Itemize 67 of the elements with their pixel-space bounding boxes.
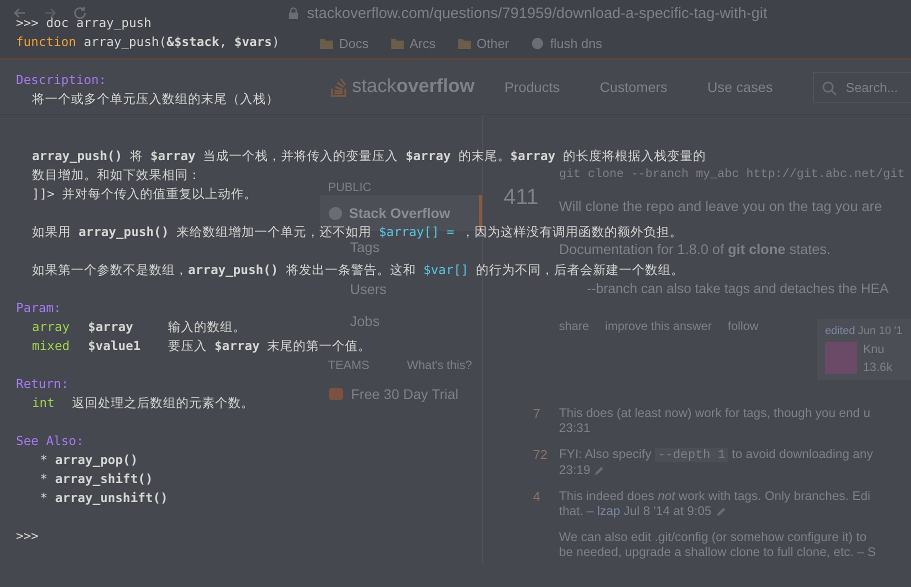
search-icon [822,80,837,96]
address-bar-url[interactable]: stackoverflow.com/questions/791959/download-a-specific-tag-with-git [307,4,768,22]
param-name: $value1 [88,337,142,355]
folder-icon [390,38,404,49]
bookmark-item[interactable]: Arcs [390,36,436,51]
comment-text: be needed, upgrade a shallow clone to full clone, etc. – S [559,545,876,559]
answer-paragraph: Documentation for 1.8.0 of git clone states. [559,241,831,257]
description-text: array_push() 将 $array 当成一个栈，并将传入的变量压入 $array 的末尾。$array 的长度将根据入栈变量的 [32,147,706,165]
nav-link[interactable]: Products [504,79,560,95]
sidebar-heading: TEAMS [327,357,370,373]
description-text: 数目增加。和如下效果相同： [32,166,201,184]
param-name: $array [88,318,134,336]
pencil-icon [594,464,606,476]
vote-count: 411 [503,185,539,209]
lock-icon [288,6,299,20]
folder-icon [320,38,333,49]
whats-this-link[interactable]: What's this? [407,357,472,373]
param-description: 输入的数组。 [168,318,246,336]
sidebar-item[interactable]: Jobs [320,313,482,329]
section-heading: See Also: [16,432,84,450]
section-heading: Param: [16,299,62,317]
sidebar-item[interactable]: Users [320,281,482,297]
bookmark-item[interactable]: Other [458,36,510,51]
terminal-command: >>> doc array_push [16,14,152,32]
sidebar-item[interactable]: Tags [320,239,482,255]
bookmark-item[interactable]: Docs [320,36,369,51]
avatar-placeholder [825,342,857,374]
see-also-item: * array_shift() [40,470,153,488]
terminal-prompt: >>> [16,527,39,545]
comment-score: 7 [533,406,540,421]
comment-text: This does (at least now) work for tags, though you end u [559,406,870,420]
comment-text: that. – lzap Jul 8 '14 at 9:05 [559,504,712,518]
post-action-link[interactable]: improve this answer [605,319,712,333]
sidebar-heading: PUBLIC [327,179,372,195]
code-snippet: git clone --branch my_abc http://git.abc.net/git [559,167,905,181]
comment-text: 23:19 [559,463,590,477]
post-action-link[interactable]: share [559,319,590,333]
nav-link[interactable]: Customers [600,79,668,95]
comment-score: 4 [533,489,540,504]
search-field[interactable]: Search... [812,72,911,102]
bookmark-item[interactable]: flush dns [531,36,602,51]
comment-text: This indeed does not work with tags. Only branches. Edi [559,489,870,503]
description-summary: 将一个或多个单元压入数组的末尾（入栈） [32,90,279,108]
section-heading: Description: [16,71,106,89]
param-type: array [32,318,71,336]
function-signature: function array_push(&$stack, $vars) [16,33,280,51]
see-also-item: * array_unshift() [40,489,168,507]
comment-text: 23:31 [559,421,590,435]
pencil-icon [716,506,727,516]
folder-icon [458,38,471,49]
param-description: 要压入 $array 末尾的第一个值。 [168,337,372,355]
post-action-link[interactable]: follow [728,319,758,333]
comment-text: We can also edit .git/config (or somehow configure it) to [559,530,867,544]
stacked-trays-icon [330,76,348,98]
description-text: 如果第一个参数不是数组，array_push() 将发出一条警告。这和 $var[] 的行为不同，后者会新建一个数组。 [32,261,684,279]
description-text: ]]> 并对每个传入的值重复以上动作。 [32,185,258,203]
section-heading: Return: [16,375,69,393]
free-trial-link[interactable]: Free 30 Day Trial [320,385,458,402]
site-logo[interactable]: stackoverflow [330,76,474,98]
comment-score: 72 [533,447,548,462]
answer-paragraph: Will clone the repo and leave you on the tag you are [559,198,882,214]
return-description: 返回处理之后数组的元素个数。 [72,394,254,412]
param-type: mixed [32,337,71,355]
nav-link[interactable]: Use cases [707,79,773,95]
return-type: int [32,394,56,412]
quoted-text: --branch can also take tags and detaches the HEA [587,281,889,297]
see-also-item: * array_pop() [40,451,138,469]
